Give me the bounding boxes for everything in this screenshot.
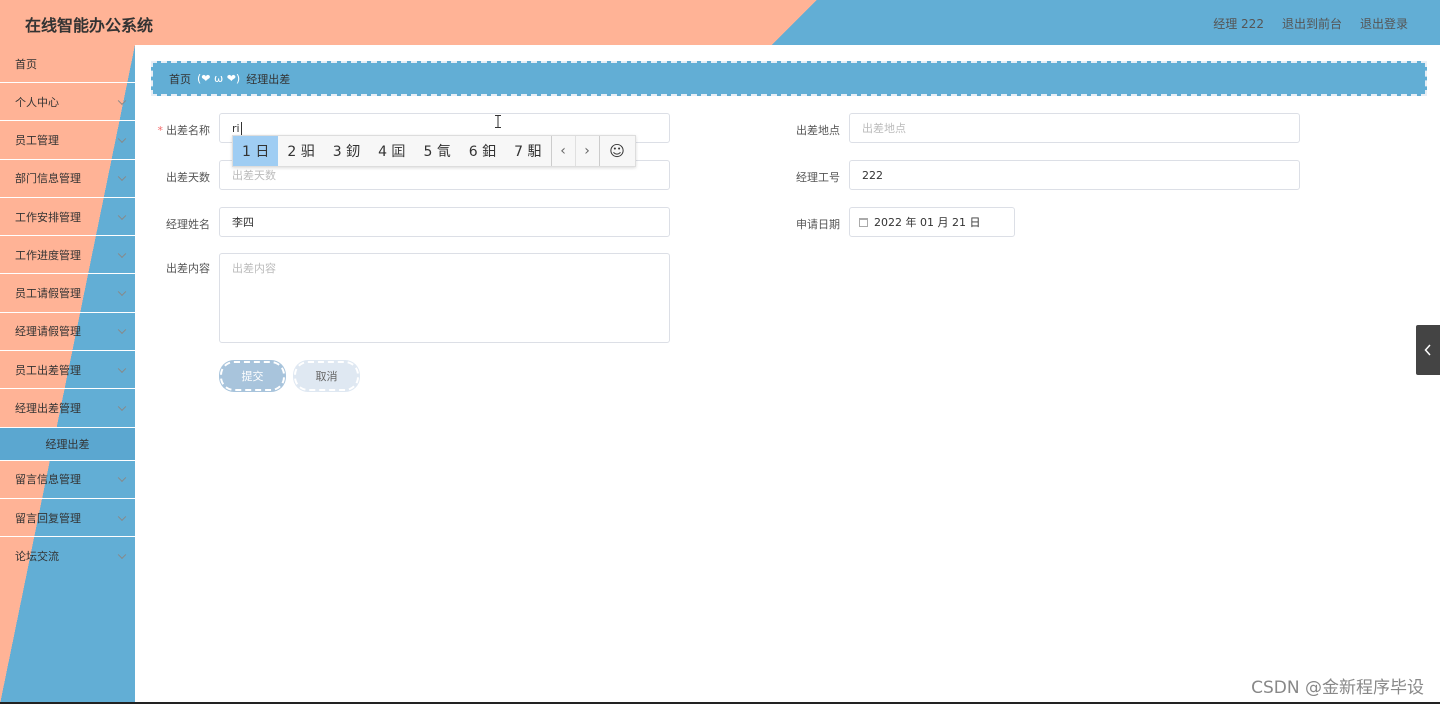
sidebar-item-employee-leave[interactable]: 员工请假管理 xyxy=(0,274,135,313)
sidebar-item-label: 论坛交流 xyxy=(15,550,59,564)
trip-location-input[interactable]: 出差地点 xyxy=(849,113,1300,143)
sidebar-item-departments[interactable]: 部门信息管理 xyxy=(0,160,135,198)
trip-name-label: * 出差名称 xyxy=(157,124,211,137)
text-cursor-icon xyxy=(495,115,501,128)
watermark: CSDN @金新程序毕设 xyxy=(1251,678,1424,698)
chevron-down-icon xyxy=(117,402,127,412)
ime-emoji-icon[interactable]: ☺ xyxy=(598,136,635,166)
ime-candidate[interactable]: 1 日 xyxy=(233,136,279,166)
breadcrumb-current: 经理出差 xyxy=(246,72,291,86)
sidebar-item-label: 留言回复管理 xyxy=(15,511,81,525)
back-to-front-link[interactable]: 退出到前台 xyxy=(1282,15,1342,32)
sidebar-item-label: 首页 xyxy=(15,57,37,71)
top-header: 在线智能办公系统 经理 222 退出到前台 退出登录 xyxy=(0,0,1440,45)
chevron-down-icon xyxy=(117,473,127,483)
chevron-down-icon xyxy=(117,96,127,105)
sidebar-item-label: 工作进度管理 xyxy=(15,248,81,262)
sidebar-item-work-progress[interactable]: 工作进度管理 xyxy=(0,236,135,275)
apply-date-label: 申请日期 xyxy=(796,218,840,231)
sidebar-item-home[interactable]: 首页 xyxy=(0,45,135,83)
ime-candidate[interactable]: 2 驲 xyxy=(278,136,323,166)
chevron-down-icon xyxy=(117,249,127,258)
trip-days-label: 出差天数 xyxy=(166,171,210,184)
sidebar-item-label: 工作安排管理 xyxy=(15,210,81,224)
manager-name-label: 经理姓名 xyxy=(166,218,210,231)
chevron-down-icon xyxy=(117,211,127,220)
sidebar-item-messages[interactable]: 留言信息管理 xyxy=(0,461,135,499)
sidebar-item-employee-trip[interactable]: 员工出差管理 xyxy=(0,351,135,390)
chevron-down-icon xyxy=(117,134,127,143)
sidebar-item-label: 个人中心 xyxy=(15,95,59,109)
ime-next-icon[interactable]: › xyxy=(574,136,599,166)
ime-candidate[interactable]: 3 釰 xyxy=(324,136,369,166)
chevron-down-icon xyxy=(117,287,127,297)
sidebar-item-replies[interactable]: 留言回复管理 xyxy=(0,499,135,538)
ime-candidate[interactable]: 4 囸 xyxy=(369,136,414,166)
sidebar-item-label: 员工请假管理 xyxy=(15,287,81,301)
sidebar-item-work-schedule[interactable]: 工作安排管理 xyxy=(0,198,135,237)
chevron-down-icon xyxy=(117,512,127,521)
sidebar-item-forum[interactable]: 论坛交流 xyxy=(0,537,135,575)
user-label: 经理 222 xyxy=(1213,17,1264,31)
sidebar-item-label: 员工出差管理 xyxy=(15,363,81,377)
ime-prev-icon[interactable]: ‹ xyxy=(550,136,575,166)
ime-candidate-bar: 1 日 2 驲 3 釰 4 囸 5 氜 6 鈤 7 馹 ‹ › ☺ xyxy=(232,135,636,167)
sidebar-item-employees[interactable]: 员工管理 xyxy=(0,121,135,160)
ime-candidate[interactable]: 7 馹 xyxy=(505,136,550,166)
ime-candidate[interactable]: 6 鈤 xyxy=(460,136,505,166)
calendar-icon xyxy=(859,217,868,227)
chevron-down-icon xyxy=(117,325,127,335)
cancel-button[interactable]: 取消 xyxy=(294,361,359,391)
submit-button[interactable]: 提交 xyxy=(220,361,285,391)
apply-date-picker[interactable]: 2022 年 01 月 21 日 xyxy=(849,207,1015,237)
chevron-down-icon xyxy=(117,172,127,182)
sidebar-item-personal[interactable]: 个人中心 xyxy=(0,83,135,122)
chevron-down-icon xyxy=(117,550,127,560)
breadcrumb: 首页 (❤ ω ❤) 经理出差 xyxy=(151,61,1427,96)
sidebar-item-label: 经理请假管理 xyxy=(15,325,81,339)
manager-id-label: 经理工号 xyxy=(796,171,840,184)
sidebar-item-label: 留言信息管理 xyxy=(15,473,81,487)
app-title: 在线智能办公系统 xyxy=(25,16,154,35)
chevron-left-icon xyxy=(1424,344,1431,356)
logout-link[interactable]: 退出登录 xyxy=(1360,15,1408,32)
sidebar-subitem-manager-trip[interactable]: 经理出差 xyxy=(0,427,135,461)
sidebar-item-label: 员工管理 xyxy=(15,133,59,147)
breadcrumb-home[interactable]: 首页 xyxy=(169,71,191,87)
chevron-down-icon xyxy=(117,364,127,373)
sidebar-item-label: 部门信息管理 xyxy=(15,172,81,186)
sidebar-item-label: 经理出差管理 xyxy=(15,402,81,416)
trip-content-textarea[interactable]: 出差内容 xyxy=(219,253,670,343)
breadcrumb-separator: (❤ ω ❤) xyxy=(197,72,241,85)
manager-name-input[interactable]: 李四 xyxy=(219,207,670,237)
sidebar-item-manager-trip[interactable]: 经理出差管理 xyxy=(0,389,135,428)
trip-content-label: 出差内容 xyxy=(166,262,210,275)
header-actions: 经理 222 退出到前台 退出登录 xyxy=(1213,15,1408,32)
sidebar-item-manager-leave[interactable]: 经理请假管理 xyxy=(0,313,135,352)
manager-id-input[interactable]: 222 xyxy=(849,160,1300,190)
trip-location-label: 出差地点 xyxy=(796,124,840,137)
sidebar: 首页 个人中心 员工管理 部门信息管理 工作安排管理 工作进度管理 员工请假管理… xyxy=(0,45,135,704)
ime-candidate[interactable]: 5 氜 xyxy=(414,136,459,166)
collapse-panel-button[interactable] xyxy=(1416,325,1440,375)
